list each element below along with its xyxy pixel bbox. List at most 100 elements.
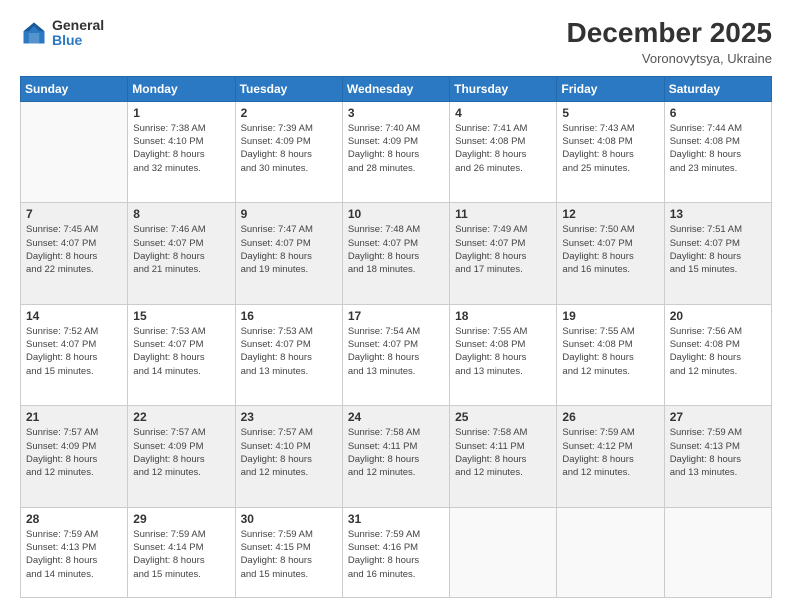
day-number: 24 xyxy=(348,410,444,424)
weekday-header: Wednesday xyxy=(342,76,449,101)
day-info: Sunrise: 7:53 AMSunset: 4:07 PMDaylight:… xyxy=(241,325,337,378)
calendar-cell: 27 Sunrise: 7:59 AMSunset: 4:13 PMDayligh… xyxy=(664,406,771,508)
calendar-cell xyxy=(664,507,771,597)
calendar-cell: 16 Sunrise: 7:53 AMSunset: 4:07 PMDayligh… xyxy=(235,304,342,406)
weekday-header: Tuesday xyxy=(235,76,342,101)
logo-blue-text: Blue xyxy=(52,33,104,48)
day-info: Sunrise: 7:57 AMSunset: 4:09 PMDaylight:… xyxy=(26,426,122,479)
weekday-header: Friday xyxy=(557,76,664,101)
day-number: 20 xyxy=(670,309,766,323)
calendar-table: SundayMondayTuesdayWednesdayThursdayFrid… xyxy=(20,76,772,598)
calendar-cell: 29 Sunrise: 7:59 AMSunset: 4:14 PMDayligh… xyxy=(128,507,235,597)
day-number: 16 xyxy=(241,309,337,323)
day-number: 21 xyxy=(26,410,122,424)
day-info: Sunrise: 7:41 AMSunset: 4:08 PMDaylight:… xyxy=(455,122,551,175)
day-info: Sunrise: 7:39 AMSunset: 4:09 PMDaylight:… xyxy=(241,122,337,175)
calendar-cell: 11 Sunrise: 7:49 AMSunset: 4:07 PMDayligh… xyxy=(450,203,557,305)
logo-icon xyxy=(20,19,48,47)
day-info: Sunrise: 7:55 AMSunset: 4:08 PMDaylight:… xyxy=(455,325,551,378)
day-info: Sunrise: 7:47 AMSunset: 4:07 PMDaylight:… xyxy=(241,223,337,276)
location: Voronovytsya, Ukraine xyxy=(567,51,772,66)
day-info: Sunrise: 7:48 AMSunset: 4:07 PMDaylight:… xyxy=(348,223,444,276)
day-info: Sunrise: 7:59 AMSunset: 4:14 PMDaylight:… xyxy=(133,528,229,581)
calendar-cell: 2 Sunrise: 7:39 AMSunset: 4:09 PMDaylight… xyxy=(235,101,342,203)
calendar-week-row: 28Sunrise: 7:59 AMSunset: 4:13 PMDayligh… xyxy=(21,507,772,597)
calendar-cell: 30Sunrise: 7:59 AMSunset: 4:15 PMDayligh… xyxy=(235,507,342,597)
calendar-cell: 5Sunrise: 7:43 AMSunset: 4:08 PMDaylight… xyxy=(557,101,664,203)
calendar-cell: 28Sunrise: 7:59 AMSunset: 4:13 PMDayligh… xyxy=(21,507,128,597)
calendar-cell: 6 Sunrise: 7:44 AMSunset: 4:08 PMDaylight… xyxy=(664,101,771,203)
calendar-cell: 8 Sunrise: 7:46 AMSunset: 4:07 PMDaylight… xyxy=(128,203,235,305)
day-number: 2 xyxy=(241,106,337,120)
weekday-header: Thursday xyxy=(450,76,557,101)
day-info: Sunrise: 7:51 AMSunset: 4:07 PMDaylight:… xyxy=(670,223,766,276)
day-number: 1 xyxy=(133,106,229,120)
calendar-cell xyxy=(450,507,557,597)
day-number: 31 xyxy=(348,512,444,526)
calendar-header-row: SundayMondayTuesdayWednesdayThursdayFrid… xyxy=(21,76,772,101)
weekday-header: Monday xyxy=(128,76,235,101)
day-number: 6 xyxy=(670,106,766,120)
calendar-cell: 7Sunrise: 7:45 AMSunset: 4:07 PMDaylight… xyxy=(21,203,128,305)
day-number: 4 xyxy=(455,106,551,120)
day-number: 11 xyxy=(455,207,551,221)
day-info: Sunrise: 7:59 AMSunset: 4:16 PMDaylight:… xyxy=(348,528,444,581)
day-number: 30 xyxy=(241,512,337,526)
day-number: 9 xyxy=(241,207,337,221)
title-block: December 2025 Voronovytsya, Ukraine xyxy=(567,18,772,66)
day-number: 29 xyxy=(133,512,229,526)
calendar-cell: 12Sunrise: 7:50 AMSunset: 4:07 PMDayligh… xyxy=(557,203,664,305)
day-number: 8 xyxy=(133,207,229,221)
calendar-cell: 22Sunrise: 7:57 AMSunset: 4:09 PMDayligh… xyxy=(128,406,235,508)
calendar-cell: 3 Sunrise: 7:40 AMSunset: 4:09 PMDaylight… xyxy=(342,101,449,203)
day-number: 13 xyxy=(670,207,766,221)
calendar-cell: 4 Sunrise: 7:41 AMSunset: 4:08 PMDaylight… xyxy=(450,101,557,203)
weekday-header: Sunday xyxy=(21,76,128,101)
day-info: Sunrise: 7:59 AMSunset: 4:12 PMDaylight:… xyxy=(562,426,658,479)
day-number: 14 xyxy=(26,309,122,323)
weekday-header: Saturday xyxy=(664,76,771,101)
day-info: Sunrise: 7:40 AMSunset: 4:09 PMDaylight:… xyxy=(348,122,444,175)
calendar-cell: 14 Sunrise: 7:52 AMSunset: 4:07 PMDayligh… xyxy=(21,304,128,406)
calendar-cell: 13 Sunrise: 7:51 AMSunset: 4:07 PMDayligh… xyxy=(664,203,771,305)
calendar-cell: 1 Sunrise: 7:38 AMSunset: 4:10 PMDaylight… xyxy=(128,101,235,203)
day-info: Sunrise: 7:49 AMSunset: 4:07 PMDaylight:… xyxy=(455,223,551,276)
day-info: Sunrise: 7:57 AMSunset: 4:10 PMDaylight:… xyxy=(241,426,337,479)
day-info: Sunrise: 7:44 AMSunset: 4:08 PMDaylight:… xyxy=(670,122,766,175)
day-number: 18 xyxy=(455,309,551,323)
calendar-cell: 19 Sunrise: 7:55 AMSunset: 4:08 PMDayligh… xyxy=(557,304,664,406)
day-number: 25 xyxy=(455,410,551,424)
day-info: Sunrise: 7:52 AMSunset: 4:07 PMDaylight:… xyxy=(26,325,122,378)
logo-text: General Blue xyxy=(52,18,104,49)
day-info: Sunrise: 7:54 AMSunset: 4:07 PMDaylight:… xyxy=(348,325,444,378)
calendar-cell: 10Sunrise: 7:48 AMSunset: 4:07 PMDayligh… xyxy=(342,203,449,305)
day-info: Sunrise: 7:55 AMSunset: 4:08 PMDaylight:… xyxy=(562,325,658,378)
calendar-cell: 26 Sunrise: 7:59 AMSunset: 4:12 PMDayligh… xyxy=(557,406,664,508)
calendar-cell: 20Sunrise: 7:56 AMSunset: 4:08 PMDayligh… xyxy=(664,304,771,406)
day-number: 3 xyxy=(348,106,444,120)
day-info: Sunrise: 7:43 AMSunset: 4:08 PMDaylight:… xyxy=(562,122,658,175)
day-number: 26 xyxy=(562,410,658,424)
calendar-cell: 18 Sunrise: 7:55 AMSunset: 4:08 PMDayligh… xyxy=(450,304,557,406)
day-info: Sunrise: 7:59 AMSunset: 4:13 PMDaylight:… xyxy=(670,426,766,479)
calendar-cell: 23 Sunrise: 7:57 AMSunset: 4:10 PMDayligh… xyxy=(235,406,342,508)
day-number: 23 xyxy=(241,410,337,424)
month-title: December 2025 xyxy=(567,18,772,49)
day-number: 12 xyxy=(562,207,658,221)
calendar-cell: 17 Sunrise: 7:54 AMSunset: 4:07 PMDayligh… xyxy=(342,304,449,406)
calendar-cell: 9 Sunrise: 7:47 AMSunset: 4:07 PMDaylight… xyxy=(235,203,342,305)
header: General Blue December 2025 Voronovytsya,… xyxy=(20,18,772,66)
page: General Blue December 2025 Voronovytsya,… xyxy=(0,0,792,612)
day-number: 27 xyxy=(670,410,766,424)
day-number: 17 xyxy=(348,309,444,323)
logo-general-text: General xyxy=(52,18,104,33)
calendar-cell: 24 Sunrise: 7:58 AMSunset: 4:11 PMDayligh… xyxy=(342,406,449,508)
day-info: Sunrise: 7:38 AMSunset: 4:10 PMDaylight:… xyxy=(133,122,229,175)
day-info: Sunrise: 7:45 AMSunset: 4:07 PMDaylight:… xyxy=(26,223,122,276)
calendar-cell: 25Sunrise: 7:58 AMSunset: 4:11 PMDayligh… xyxy=(450,406,557,508)
day-info: Sunrise: 7:46 AMSunset: 4:07 PMDaylight:… xyxy=(133,223,229,276)
day-info: Sunrise: 7:58 AMSunset: 4:11 PMDaylight:… xyxy=(348,426,444,479)
calendar-week-row: 21 Sunrise: 7:57 AMSunset: 4:09 PMDayligh… xyxy=(21,406,772,508)
calendar-cell xyxy=(21,101,128,203)
day-number: 19 xyxy=(562,309,658,323)
